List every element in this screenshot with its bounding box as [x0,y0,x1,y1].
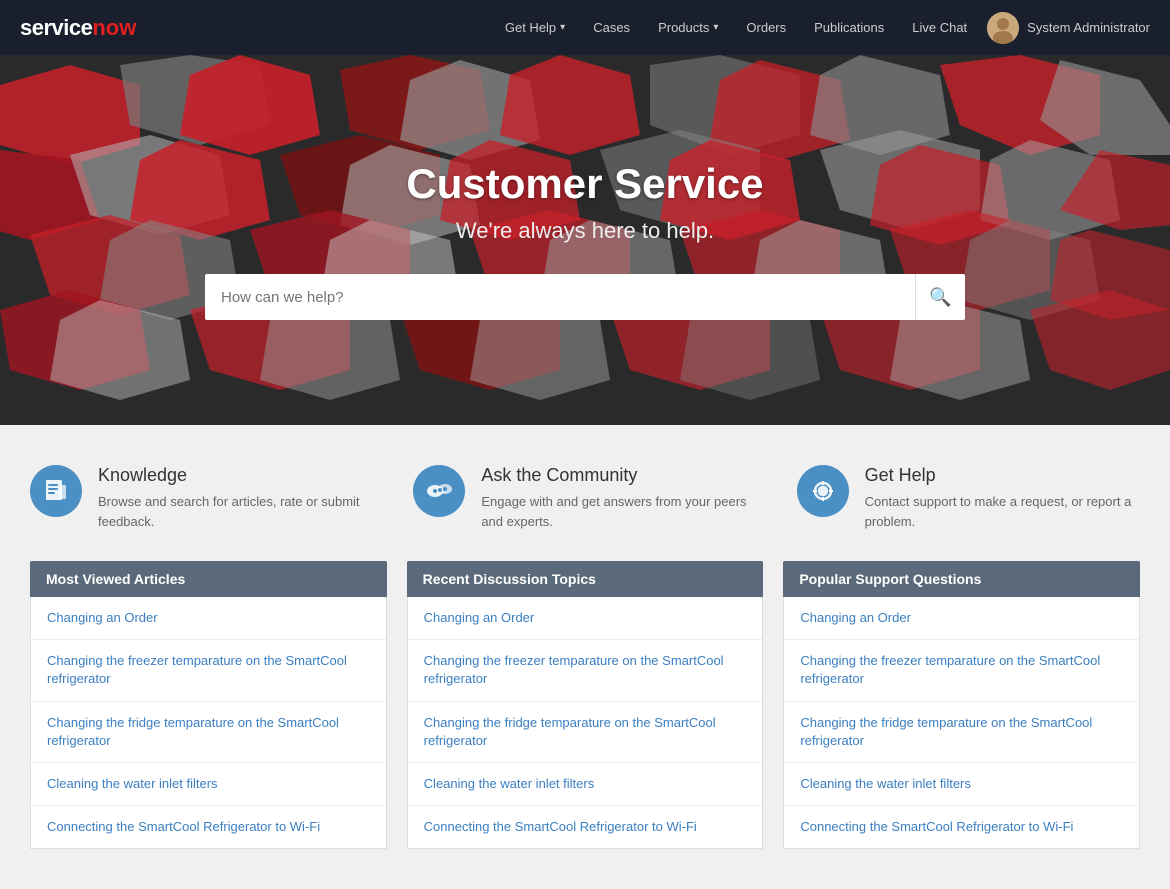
list-item[interactable]: Cleaning the water inlet filters [784,763,1139,806]
cards-section: Knowledge Browse and search for articles… [0,425,1170,561]
nav-get-help[interactable]: Get Help ▾ [493,12,577,43]
popular-support-panel-header: Popular Support Questions [783,561,1140,597]
knowledge-card-desc: Browse and search for articles, rate or … [98,492,373,531]
recent-discussion-panel-body: Changing an OrderChanging the freezer te… [407,597,764,849]
community-card[interactable]: Ask the Community Engage with and get an… [413,465,756,531]
knowledge-card-title: Knowledge [98,465,373,486]
caret-icon: ▾ [560,22,565,33]
user-name-label: System Administrator [1027,20,1150,35]
list-item[interactable]: Changing an Order [408,597,763,640]
get-help-card-title: Get Help [865,465,1140,486]
nav-links: Get Help ▾ Cases Products ▾ Orders Publi… [493,12,979,43]
list-item[interactable]: Connecting the SmartCool Refrigerator to… [408,806,763,848]
navbar: servicenow Get Help ▾ Cases Products ▾ O… [0,0,1170,55]
list-item[interactable]: Cleaning the water inlet filters [31,763,386,806]
search-bar: 🔍 [205,274,965,320]
popular-support-panel-body: Changing an OrderChanging the freezer te… [783,597,1140,849]
list-item[interactable]: Changing the freezer temparature on the … [784,640,1139,701]
nav-orders[interactable]: Orders [734,12,798,43]
nav-products[interactable]: Products ▾ [646,12,730,43]
most-viewed-panel-body: Changing an OrderChanging the freezer te… [30,597,387,849]
list-item[interactable]: Changing the fridge temparature on the S… [784,702,1139,763]
popular-support-panel: Popular Support QuestionsChanging an Ord… [783,561,1140,849]
get-help-icon [797,465,849,517]
community-card-desc: Engage with and get answers from your pe… [481,492,756,531]
community-icon [413,465,465,517]
list-item[interactable]: Changing the freezer temparature on the … [408,640,763,701]
list-item[interactable]: Changing the freezer temparature on the … [31,640,386,701]
avatar [987,12,1019,44]
list-item[interactable]: Cleaning the water inlet filters [408,763,763,806]
get-help-card-text: Get Help Contact support to make a reque… [865,465,1140,531]
caret-icon: ▾ [713,22,718,33]
hero-title: Customer Service [20,160,1150,208]
hero-section: Customer Service We're always here to he… [0,55,1170,425]
search-input[interactable] [205,274,915,320]
nav-publications[interactable]: Publications [802,12,896,43]
get-help-card-desc: Contact support to make a request, or re… [865,492,1140,531]
logo-now-text: now [92,15,136,41]
list-item[interactable]: Connecting the SmartCool Refrigerator to… [784,806,1139,848]
most-viewed-panel: Most Viewed ArticlesChanging an OrderCha… [30,561,387,849]
get-help-card[interactable]: Get Help Contact support to make a reque… [797,465,1140,531]
logo-service-text: service [20,15,92,41]
list-item[interactable]: Connecting the SmartCool Refrigerator to… [31,806,386,848]
list-item[interactable]: Changing an Order [31,597,386,640]
user-menu[interactable]: System Administrator [987,12,1150,44]
list-item[interactable]: Changing the fridge temparature on the S… [408,702,763,763]
logo[interactable]: servicenow [20,15,136,41]
knowledge-card-text: Knowledge Browse and search for articles… [98,465,373,531]
hero-content: Customer Service We're always here to he… [0,160,1170,320]
hero-subtitle: We're always here to help. [20,218,1150,244]
community-card-title: Ask the Community [481,465,756,486]
nav-live-chat[interactable]: Live Chat [900,12,979,43]
most-viewed-panel-header: Most Viewed Articles [30,561,387,597]
recent-discussion-panel-header: Recent Discussion Topics [407,561,764,597]
list-item[interactable]: Changing the fridge temparature on the S… [31,702,386,763]
search-icon: 🔍 [929,287,951,308]
knowledge-card[interactable]: Knowledge Browse and search for articles… [30,465,373,531]
search-button[interactable]: 🔍 [915,274,965,320]
list-item[interactable]: Changing an Order [784,597,1139,640]
avatar-image [987,12,1019,44]
knowledge-icon [30,465,82,517]
recent-discussion-panel: Recent Discussion TopicsChanging an Orde… [407,561,764,849]
nav-cases[interactable]: Cases [581,12,642,43]
community-card-text: Ask the Community Engage with and get an… [481,465,756,531]
lists-section: Most Viewed ArticlesChanging an OrderCha… [0,561,1170,889]
